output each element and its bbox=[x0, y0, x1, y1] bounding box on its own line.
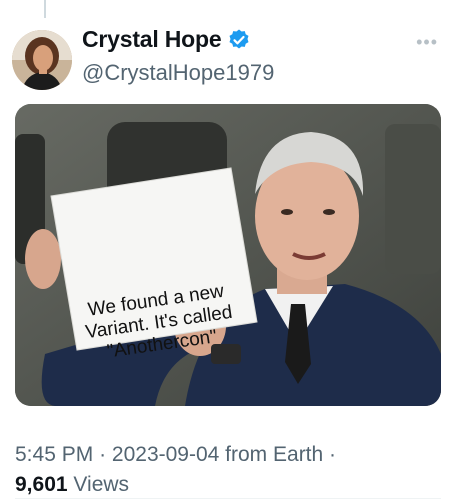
meta-separator: · bbox=[99, 443, 107, 466]
author-avatar[interactable] bbox=[12, 30, 72, 90]
tweet-source: from Earth bbox=[225, 443, 324, 466]
meta-separator: · bbox=[329, 443, 337, 466]
views-count: 9,601 bbox=[15, 473, 68, 496]
verified-badge-icon bbox=[227, 28, 251, 52]
tweet-time[interactable]: 5:45 PM bbox=[15, 443, 93, 466]
divider bbox=[15, 498, 441, 499]
thread-line bbox=[44, 0, 46, 18]
ellipsis-icon[interactable]: ••• bbox=[416, 32, 438, 53]
tweet-date[interactable]: 2023-09-04 bbox=[112, 443, 219, 466]
tweet-metadata: 5:45 PM · 2023-09-04 from Earth · 9,601 … bbox=[15, 440, 445, 500]
tweet-media-image[interactable]: We found a new Variant. It's called "Ano… bbox=[15, 104, 441, 406]
avatar-photo bbox=[12, 30, 72, 90]
author-handle[interactable]: @CrystalHope1979 bbox=[82, 60, 274, 86]
author-display-name[interactable]: Crystal Hope bbox=[82, 26, 222, 53]
author-name-row[interactable]: Crystal Hope bbox=[82, 26, 251, 53]
views-label: Views bbox=[73, 473, 130, 496]
